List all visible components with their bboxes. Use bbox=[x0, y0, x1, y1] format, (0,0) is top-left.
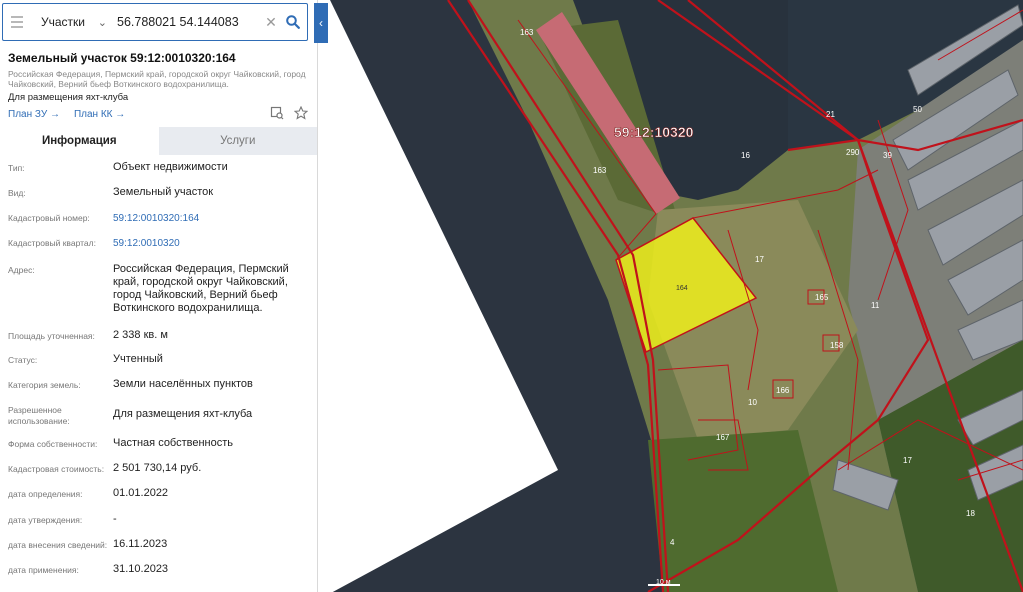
info-panel: Участки ⌄ ✕ Земельный участок 59:12:0010… bbox=[0, 0, 318, 592]
info-value: 31.10.2023 bbox=[113, 563, 169, 575]
map-parcel-label: 158 bbox=[830, 341, 844, 350]
map-parcel-label: 17 bbox=[755, 255, 764, 264]
info-row-use: Разрешенное использование: Для размещени… bbox=[0, 397, 317, 431]
info-label: Кадастровая стоимость: bbox=[8, 464, 105, 474]
info-value: Частная собственность bbox=[113, 437, 234, 449]
quarter-label: 59:12:10320 bbox=[614, 124, 694, 140]
info-value: 16.11.2023 bbox=[113, 538, 168, 550]
info-value: Учтенный bbox=[113, 353, 163, 365]
parcel-actions bbox=[270, 106, 308, 120]
parcel-purpose: Для размещения яхт-клуба bbox=[8, 92, 129, 103]
tabs: Информация Услуги bbox=[0, 127, 317, 155]
map-parcel-label: 163 bbox=[520, 28, 534, 37]
plan-kk-link[interactable]: План КК → bbox=[74, 109, 125, 120]
plan-zu-link[interactable]: План ЗУ → bbox=[8, 109, 60, 120]
map-parcel-label: 39 bbox=[883, 151, 892, 160]
info-label: Адрес: bbox=[8, 265, 35, 275]
info-value: Земельный участок bbox=[113, 186, 214, 198]
info-row-type: Тип: Объект недвижимости bbox=[0, 155, 317, 180]
parcel-number-label: 164 bbox=[676, 285, 688, 292]
search-input[interactable] bbox=[113, 7, 263, 37]
info-label: Площадь уточненная: bbox=[8, 331, 95, 341]
satellite-map[interactable]: 164 59:12:10320 163 163 161711165158166101… bbox=[318, 0, 1023, 592]
info-label: Статус: bbox=[8, 355, 38, 365]
info-row-cadnum: Кадастровый номер: 59:12:0010320:164 bbox=[0, 205, 317, 230]
clear-icon[interactable]: ✕ bbox=[263, 14, 279, 31]
map-parcel-label: 165 bbox=[815, 293, 829, 302]
map-parcel-label: 16 bbox=[741, 151, 750, 160]
info-value: 2 338 кв. м bbox=[113, 329, 168, 341]
locate-icon[interactable] bbox=[270, 106, 284, 120]
search-icon bbox=[286, 15, 300, 29]
star-icon[interactable] bbox=[294, 106, 308, 120]
collapse-panel-button[interactable]: ‹ bbox=[314, 3, 328, 43]
map-parcel-label: 163 bbox=[593, 166, 607, 175]
search-button[interactable] bbox=[279, 4, 307, 40]
info-label: Кадастровый номер: bbox=[8, 213, 90, 223]
info-label: дата применения: bbox=[8, 565, 79, 575]
plan-links: План ЗУ → План КК → bbox=[8, 109, 125, 120]
chevron-down-icon: ⌄ bbox=[97, 16, 107, 29]
layer-select-value: Участки bbox=[41, 15, 85, 29]
info-row-def-date: дата определения: 01.01.2022 bbox=[0, 481, 317, 506]
info-row-approve-date: дата утверждения: - bbox=[0, 506, 317, 531]
tab-services[interactable]: Услуги bbox=[158, 127, 317, 155]
map-parcel-label: 167 bbox=[716, 433, 730, 442]
info-row-apply-date: дата применения: 31.10.2023 bbox=[0, 556, 317, 581]
map-parcel-label: 50 bbox=[913, 105, 922, 114]
info-label: Категория земель: bbox=[8, 380, 81, 390]
info-value: 2 501 730,14 руб. bbox=[113, 462, 202, 474]
info-label: Кадастровый квартал: bbox=[8, 238, 96, 248]
info-row-status: Статус: Учтенный bbox=[0, 347, 317, 372]
search-bar: Участки ⌄ ✕ bbox=[2, 3, 308, 41]
info-value: Объект недвижимости bbox=[113, 161, 228, 173]
info-label: Тип: bbox=[8, 163, 25, 173]
info-label: Вид: bbox=[8, 188, 26, 198]
info-row-area: Площадь уточненная: 2 338 кв. м bbox=[0, 323, 317, 348]
info-label: дата внесения сведений: bbox=[8, 540, 108, 550]
map-parcel-label: 4 bbox=[670, 538, 675, 547]
layer-select[interactable]: Участки ⌄ bbox=[31, 4, 113, 40]
map-parcel-label: 290 bbox=[846, 148, 860, 157]
info-label: дата определения: bbox=[8, 489, 83, 499]
map-parcel-label: 11 bbox=[871, 301, 880, 310]
info-row-kind: Вид: Земельный участок bbox=[0, 180, 317, 205]
info-value: Российская Федерация, Пермский край, гор… bbox=[113, 263, 289, 314]
info-label: Разрешенное использование: bbox=[8, 405, 70, 426]
info-label: Форма собственности: bbox=[8, 439, 98, 449]
tab-info[interactable]: Информация bbox=[0, 127, 159, 155]
info-row-quarter: Кадастровый квартал: 59:12:0010320 bbox=[0, 230, 317, 255]
map-view[interactable]: 164 59:12:10320 163 163 16 17 11 165 158… bbox=[318, 0, 1023, 592]
menu-icon[interactable] bbox=[3, 4, 31, 40]
map-parcel-label: 21 bbox=[826, 110, 835, 119]
info-row-entry-date: дата внесения сведений: 16.11.2023 bbox=[0, 531, 317, 556]
map-parcel-label: 18 bbox=[966, 509, 975, 518]
parcel-title: Земельный участок 59:12:0010320:164 bbox=[8, 51, 236, 65]
info-label: дата утверждения: bbox=[8, 515, 83, 525]
parcel-address: Российская Федерация, Пермский край, гор… bbox=[8, 69, 306, 89]
info-row-cost: Кадастровая стоимость: 2 501 730,14 руб. bbox=[0, 456, 317, 481]
info-value: 01.01.2022 bbox=[113, 487, 169, 499]
info-row-address: Адрес: Российская Федерация, Пермский кр… bbox=[0, 255, 317, 322]
info-row-ownership: Форма собственности: Частная собственнос… bbox=[0, 431, 317, 456]
scale-label: 10 м bbox=[656, 579, 671, 586]
quarter-link[interactable]: 59:12:0010320 bbox=[113, 237, 309, 250]
map-parcel-label: 10 bbox=[748, 398, 757, 407]
map-parcel-label: 166 bbox=[776, 386, 790, 395]
cadnum-link[interactable]: 59:12:0010320:164 bbox=[113, 212, 309, 225]
info-value: Для размещения яхт-клуба bbox=[113, 408, 253, 420]
info-row-category: Категория земель: Земли населённых пункт… bbox=[0, 372, 317, 397]
map-parcel-label: 17 bbox=[903, 456, 912, 465]
info-value: - bbox=[113, 513, 117, 525]
info-value: Земли населённых пунктов bbox=[113, 378, 253, 390]
